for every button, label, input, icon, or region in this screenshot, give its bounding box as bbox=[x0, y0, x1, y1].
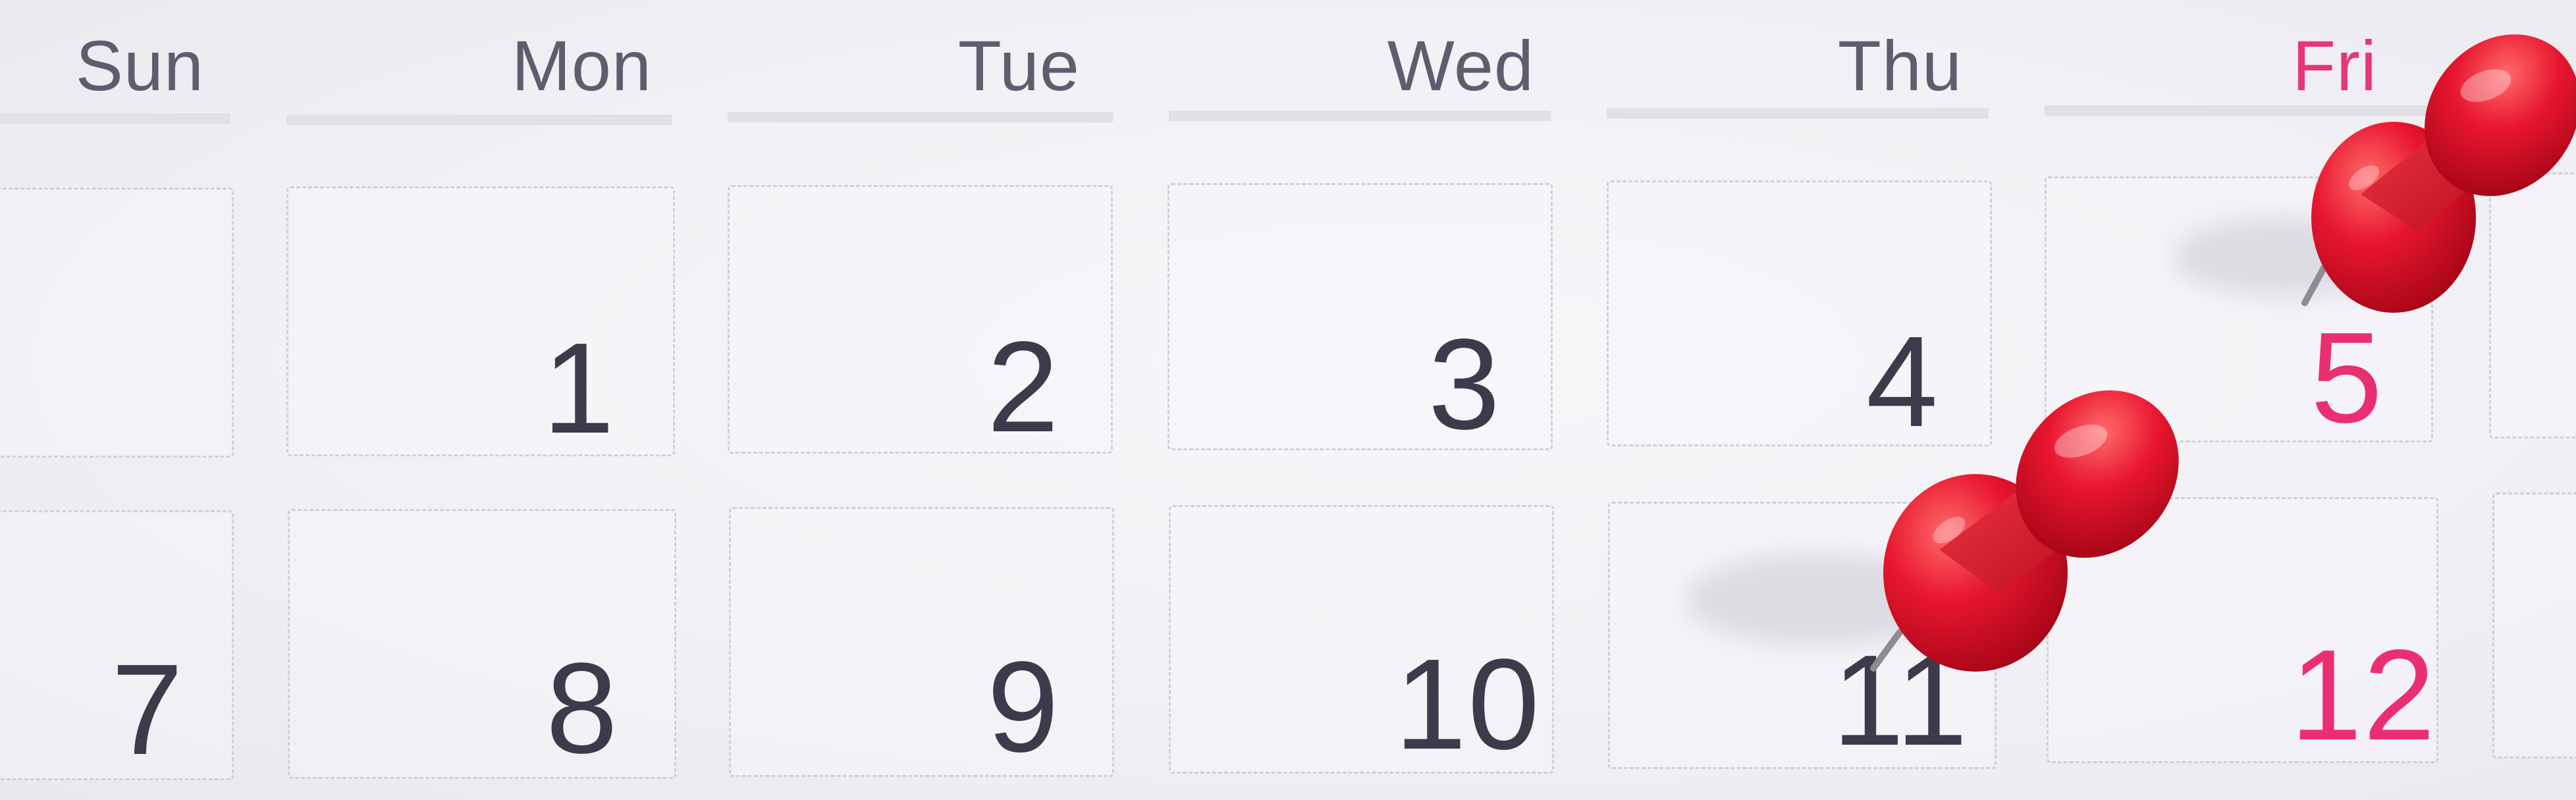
calendar-page-photo: Sun Mon Tue Wed Thu Fri 1 2 3 4 5 7 8 9 … bbox=[0, 0, 2576, 800]
date-number: 12 bbox=[2290, 623, 2436, 767]
date-number: 3 bbox=[1428, 312, 1501, 456]
header-rule-sun bbox=[0, 113, 230, 124]
header-rule-mon bbox=[286, 115, 672, 125]
day-cell-empty bbox=[0, 188, 234, 458]
date-number: 9 bbox=[986, 635, 1060, 779]
date-number: 7 bbox=[111, 637, 184, 782]
pushpin-icon bbox=[2301, 34, 2576, 313]
date-number: 1 bbox=[542, 316, 616, 460]
pushpin-icon bbox=[1870, 390, 2179, 672]
date-number: 2 bbox=[986, 315, 1060, 459]
header-rule-thu bbox=[1607, 108, 1989, 119]
header-rule-wed bbox=[1169, 111, 1551, 121]
weekday-sun: Sun bbox=[75, 26, 204, 105]
header-rule-tue bbox=[728, 112, 1113, 122]
weekday-thu: Thu bbox=[1837, 26, 1962, 105]
weekday-tue: Tue bbox=[957, 26, 1080, 105]
day-cell-13 bbox=[2492, 493, 2576, 759]
date-number: 5 bbox=[2310, 306, 2384, 450]
weekday-mon: Mon bbox=[511, 26, 652, 105]
weekday-wed: Wed bbox=[1387, 26, 1534, 105]
day-cell-1 bbox=[286, 186, 675, 456]
date-number: 10 bbox=[1394, 632, 1541, 776]
date-number: 8 bbox=[545, 636, 619, 780]
